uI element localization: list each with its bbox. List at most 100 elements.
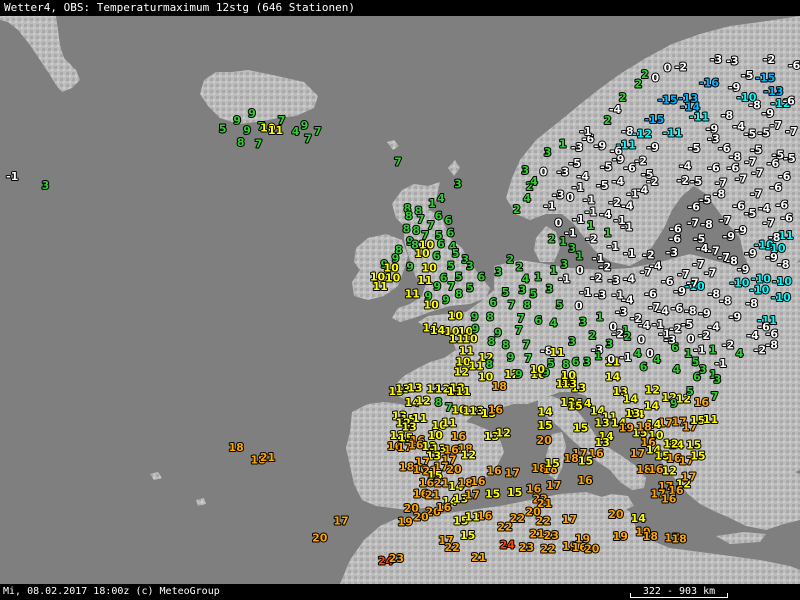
temperature-label: -7	[763, 217, 775, 230]
temperature-label: -4	[708, 320, 721, 333]
temperature-label: -2	[754, 344, 766, 357]
temperature-label: -4	[623, 273, 636, 286]
temperature-label: -4	[733, 120, 746, 133]
temperature-label: 2	[624, 330, 632, 343]
temperature-label: -11	[689, 111, 709, 124]
temperature-label: -5	[569, 157, 581, 170]
temperature-label: 6	[489, 296, 497, 309]
temperature-label: 1	[587, 219, 595, 232]
temperature-label: 8	[523, 298, 531, 311]
temperature-label: -9	[698, 307, 710, 320]
temperature-label: -6	[661, 275, 674, 288]
temperature-label: -1	[572, 213, 584, 226]
temperature-label: -1	[558, 273, 570, 286]
temperature-label: -1	[607, 240, 619, 253]
temperature-label: 1	[575, 250, 583, 263]
temperature-label: 22	[536, 514, 551, 527]
temperature-label: -15	[644, 113, 664, 126]
temperature-label: -3	[557, 165, 569, 178]
temperature-label: -7	[770, 119, 782, 132]
temperature-label: 8	[485, 358, 493, 371]
temperature-label: -4	[638, 319, 651, 332]
map-canvas[interactable]: 3 -1 9 9 5 9 7 10 11 7 4 9 7 8 7 7 7 3 4 1 8 8 6 8 7 6 7 8 8 7 5 6 9 8 10 6…	[0, 16, 800, 584]
temperature-label: 11	[455, 385, 470, 398]
temperature-label: -1	[621, 220, 633, 233]
temperature-label: 2	[513, 203, 521, 216]
temperature-label: -6	[781, 212, 794, 225]
temperature-label: -7	[785, 125, 797, 138]
temperature-label: 2	[548, 233, 556, 246]
temperature-label: 12	[663, 437, 678, 450]
temperature-label: 15	[686, 439, 701, 452]
temperature-label: -6	[671, 302, 684, 315]
temperature-label: -2	[675, 60, 687, 73]
temperature-label: 14	[430, 324, 446, 337]
temperature-label: 5	[452, 247, 460, 260]
temperature-label: -5	[688, 142, 700, 155]
temperature-label: 4	[550, 317, 558, 330]
temperature-label: -8	[766, 339, 778, 352]
temperature-label: -10	[737, 91, 757, 104]
temperature-label: 18	[672, 533, 687, 546]
temperature-label: 14	[537, 406, 553, 419]
temperature-label: -1	[585, 206, 597, 219]
temperature-label: -6	[767, 157, 780, 170]
temperature-label: 3	[560, 258, 568, 271]
temperature-label: 19	[398, 516, 413, 529]
temperature-label: 15	[537, 419, 552, 432]
title-bar: Wetter4, OBS: Temperaturmaximum 12stg (6…	[0, 0, 800, 16]
temperature-label: 1	[709, 344, 717, 357]
temperature-label: -10	[772, 275, 792, 288]
temperature-label: 3	[699, 363, 707, 376]
temperature-label: 11	[465, 511, 480, 524]
temperature-label: 8	[502, 339, 510, 352]
temperature-label: 16	[451, 430, 467, 443]
temperature-label: -2	[763, 53, 775, 66]
temperature-label: -6	[707, 162, 720, 175]
temperature-label: 9	[433, 280, 441, 293]
temperature-label: 0	[576, 264, 584, 277]
status-bar: Mi, 08.02.2017 18:00z (c) MeteoGroup 322…	[0, 584, 800, 600]
temperature-label: 3	[466, 259, 474, 272]
temperature-label: 7	[278, 114, 286, 127]
temperature-label: 23	[519, 541, 534, 554]
temperature-label: -7	[750, 187, 762, 200]
temperature-label: -3	[710, 53, 722, 66]
temperature-label: 8	[435, 396, 443, 409]
temperature-label: 15	[460, 529, 475, 542]
temperature-label: 13	[625, 407, 640, 420]
temperature-label: 24	[500, 539, 516, 552]
temperature-label: 17	[630, 447, 645, 460]
temperature-label: -4	[599, 208, 612, 221]
temperature-label: 0	[575, 300, 583, 313]
temperature-label: -7	[707, 245, 719, 258]
temperature-label: -7	[719, 214, 731, 227]
temperature-label: -3	[552, 189, 564, 202]
temperature-label: 7	[508, 298, 516, 311]
temperature-label: -6	[776, 198, 789, 211]
temperature-label: -7	[744, 156, 756, 169]
temperature-label: -9	[762, 107, 774, 120]
temperature-label: -2	[609, 196, 621, 209]
temperature-label: 1	[594, 350, 602, 363]
temperature-label: 19	[619, 422, 634, 435]
temperature-label: 16	[470, 475, 486, 488]
temperature-label: 8	[403, 223, 411, 236]
temperature-label: -15	[658, 93, 678, 106]
temperature-label: -9	[737, 263, 749, 276]
temperature-label: 14	[623, 392, 639, 405]
temperature-label: 20	[536, 434, 552, 447]
temperature-label: 20	[312, 531, 328, 544]
temperature-label: 21	[425, 489, 440, 502]
temperature-label: -1	[627, 187, 639, 200]
temperature-label: 19	[613, 530, 628, 543]
temperature-label: 12	[495, 426, 510, 439]
temperature-label: -1	[619, 351, 631, 364]
temperature-label: 6	[433, 250, 441, 263]
temperature-label: -10	[730, 276, 750, 289]
temperature-label: 12	[454, 365, 469, 378]
temperature-label: 16	[648, 463, 664, 476]
temperature-label: 6	[477, 270, 485, 283]
temperature-label: -13	[764, 85, 784, 98]
temperature-label: 1	[604, 226, 612, 239]
